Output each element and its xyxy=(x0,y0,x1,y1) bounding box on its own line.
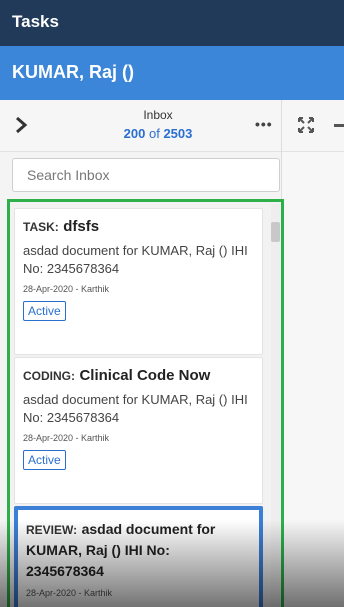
patient-banner: KUMAR, Raj () xyxy=(0,46,344,100)
scrollbar-thumb[interactable] xyxy=(271,222,280,242)
task-type: TASK: xyxy=(23,220,59,234)
task-card[interactable]: CODING: Clinical Code Now asdad document… xyxy=(14,357,263,504)
detail-pane xyxy=(282,152,344,607)
inbox-count-shown: 200 xyxy=(123,126,146,141)
scrollbar[interactable] xyxy=(271,204,280,607)
inbox-label: Inbox xyxy=(143,108,173,122)
task-meta: 28-Apr-2020 - Karthik xyxy=(23,433,110,443)
inbox-toolbar: Inbox 200 of 2503 ••• xyxy=(0,100,344,152)
task-type: CODING: xyxy=(23,369,75,383)
expand-icon[interactable] xyxy=(297,116,315,134)
task-description: asdad document for KUMAR, Raj () IHI No:… xyxy=(23,243,248,276)
task-subject: dfsfs xyxy=(63,218,100,235)
app-title: Tasks xyxy=(12,12,59,31)
inbox-count-total: 2503 xyxy=(163,126,193,141)
task-meta: 28-Apr-2020 - Karthik xyxy=(26,588,113,598)
inbox-count-of: of xyxy=(148,126,160,141)
search-input[interactable] xyxy=(13,159,279,191)
task-card-selected[interactable]: REVIEW: asdad document for KUMAR, Raj ()… xyxy=(14,506,263,607)
inbox-count: 200 of 2503 xyxy=(100,126,216,141)
task-card[interactable]: TASK: dfsfs asdad document for KUMAR, Ra… xyxy=(14,208,263,355)
task-list: TASK: dfsfs asdad document for KUMAR, Ra… xyxy=(7,199,284,607)
more-options-icon[interactable]: ••• xyxy=(255,116,273,132)
patient-name[interactable]: KUMAR, Raj () xyxy=(12,62,134,83)
task-description: asdad document for KUMAR, Raj () IHI No:… xyxy=(23,392,248,425)
task-subject: Clinical Code Now xyxy=(79,367,211,384)
chevron-right-icon[interactable] xyxy=(14,116,34,138)
minimize-icon[interactable] xyxy=(334,124,344,127)
search-box xyxy=(12,158,280,192)
task-meta: 28-Apr-2020 - Karthik xyxy=(23,284,110,294)
status-badge: Active xyxy=(23,450,66,470)
app-header: Tasks xyxy=(0,0,344,46)
status-badge: Active xyxy=(23,301,66,321)
task-type: REVIEW: xyxy=(26,523,78,537)
